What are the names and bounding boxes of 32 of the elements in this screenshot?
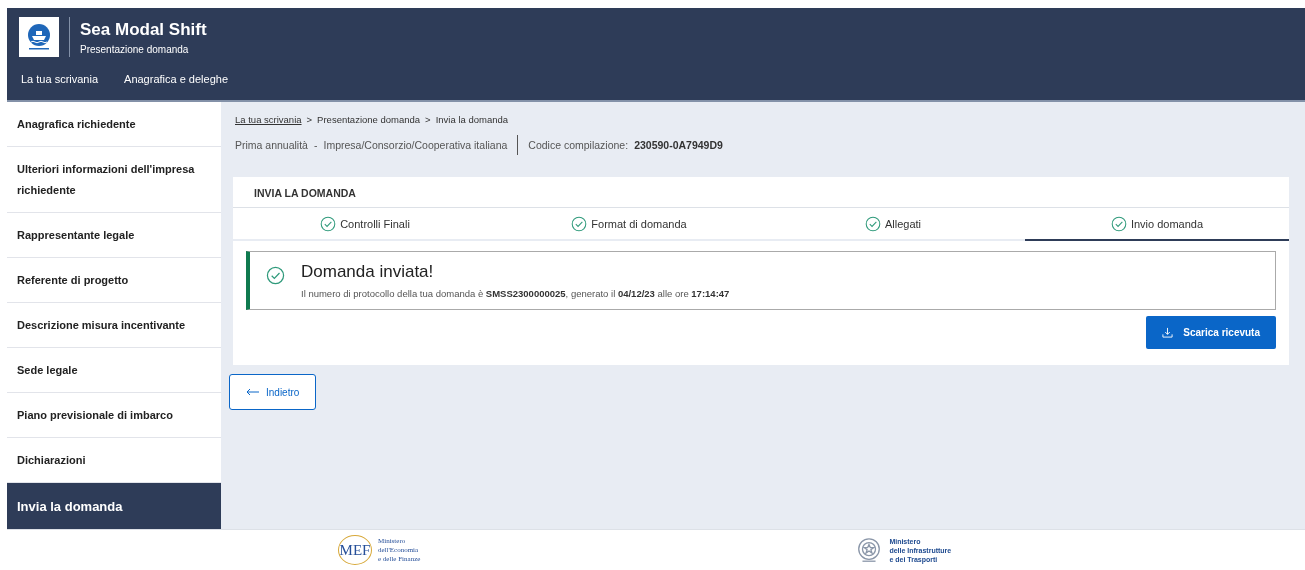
check-circle-icon (266, 266, 285, 285)
check-circle-icon (571, 215, 588, 232)
code-value: 230590-0A7949D9 (634, 139, 723, 151)
step-tab[interactable]: Controlli Finali (233, 208, 497, 241)
breadcrumb-separator: > (306, 114, 313, 125)
info-separator: - (313, 139, 318, 151)
sidebar-item[interactable]: Invia la domanda (7, 483, 221, 529)
step-tab[interactable]: Allegati (761, 208, 1025, 241)
app-title: Sea Modal Shift (80, 19, 207, 40)
download-icon (1162, 327, 1174, 338)
applicant-type: Impresa/Consorzio/Cooperativa italiana (323, 139, 508, 151)
check-circle-icon (320, 215, 337, 232)
step-tab[interactable]: Invio domanda (1025, 208, 1289, 241)
card-title: INVIA LA DOMANDA (233, 177, 1289, 208)
check-circle-icon (1110, 215, 1127, 232)
annuality-text: Prima annualità (235, 139, 308, 151)
check-circle-icon (864, 215, 881, 232)
alert-title: Domanda inviata! (301, 262, 435, 282)
app-subtitle: Presentazione domanda (80, 43, 190, 55)
arrow-left-icon (246, 388, 260, 396)
step-tab[interactable]: Format di domanda (497, 208, 761, 241)
download-button[interactable]: Scarica ricevuta (1146, 316, 1276, 349)
alert-message: Il numero di protocollo della tua domanda è SMSS2300000025, generato il 04/12/23 alle ore 17:14:47 (301, 288, 730, 299)
breadcrumb-separator: > (425, 114, 431, 125)
breadcrumb-link[interactable]: La tua scrivania (235, 114, 302, 125)
code-label: Codice compilazione: (528, 139, 629, 151)
back-button[interactable]: Indietro (229, 374, 317, 410)
breadcrumb-item: Presentazione domanda (317, 114, 421, 125)
breadcrumb-item: Invia la domanda (435, 114, 509, 125)
nav-link[interactable]: Anagrafica e deleghe (124, 73, 228, 85)
ship-logo-icon (19, 17, 59, 57)
nav-link[interactable]: La tua scrivania (21, 73, 99, 85)
